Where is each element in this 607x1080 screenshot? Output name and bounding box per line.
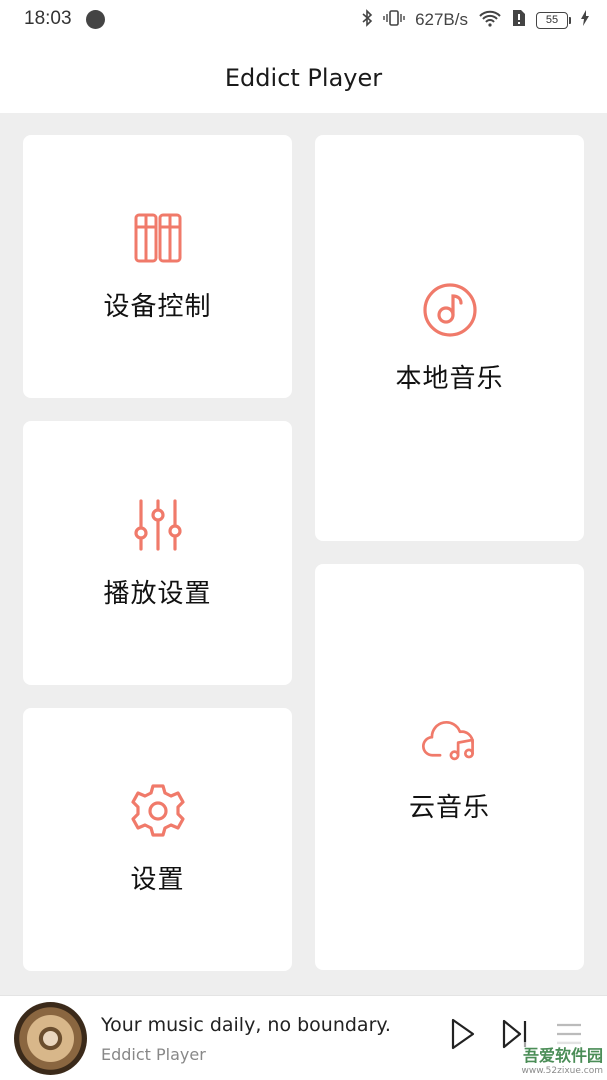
battery-level: 55 bbox=[536, 11, 568, 29]
home-grid: 设备控制 本地音乐 播放设置 云音乐 设置 bbox=[0, 113, 607, 995]
settings-label: 设置 bbox=[130, 865, 185, 895]
no-sim-icon bbox=[512, 9, 526, 32]
status-bar: 18:03 627B/s 55 bbox=[0, 0, 607, 42]
battery-icon: 55 bbox=[536, 11, 571, 29]
album-art[interactable] bbox=[14, 1002, 87, 1075]
gear-icon bbox=[130, 783, 186, 839]
play-icon bbox=[451, 1018, 475, 1050]
watermark-url: www.52zixue.com bbox=[521, 1066, 603, 1076]
watermark-name: 吾爱软件园 bbox=[522, 1042, 603, 1066]
page-title: Eddict Player bbox=[224, 63, 383, 92]
song-artist: Eddict Player bbox=[101, 1045, 206, 1064]
cloud-music-icon bbox=[421, 711, 478, 767]
net-speed: 627B/s bbox=[415, 10, 468, 29]
equalizer-icon bbox=[130, 497, 186, 553]
cloud-music-label: 云音乐 bbox=[408, 792, 490, 823]
playback-settings-card[interactable]: 播放设置 bbox=[23, 421, 292, 685]
device-control-card[interactable]: 设备控制 bbox=[23, 135, 292, 398]
mini-player[interactable]: Your music daily, no boundary. Eddict Pl… bbox=[0, 995, 607, 1080]
sliders-panel-icon bbox=[130, 210, 186, 266]
local-music-label: 本地音乐 bbox=[395, 363, 504, 394]
wifi-icon bbox=[478, 9, 502, 32]
settings-card[interactable]: 设置 bbox=[23, 708, 292, 971]
play-button[interactable] bbox=[446, 1016, 480, 1052]
status-time: 18:03 bbox=[24, 8, 72, 29]
notification-icon bbox=[86, 10, 105, 29]
song-title: Your music daily, no boundary. bbox=[101, 1014, 391, 1036]
app-header: Eddict Player bbox=[0, 42, 607, 113]
cloud-music-card[interactable]: 云音乐 bbox=[315, 564, 584, 970]
music-note-disc-icon bbox=[422, 282, 478, 338]
vibrate-icon bbox=[383, 9, 405, 32]
local-music-card[interactable]: 本地音乐 bbox=[315, 135, 584, 541]
playback-settings-label: 播放设置 bbox=[103, 578, 212, 609]
watermark: 吾爱软件园 www.52zixue.com bbox=[522, 1042, 603, 1076]
device-control-label: 设备控制 bbox=[103, 292, 212, 322]
charging-icon bbox=[581, 9, 589, 31]
status-icons: 627B/s 55 bbox=[361, 8, 589, 32]
bluetooth-icon bbox=[361, 8, 373, 32]
